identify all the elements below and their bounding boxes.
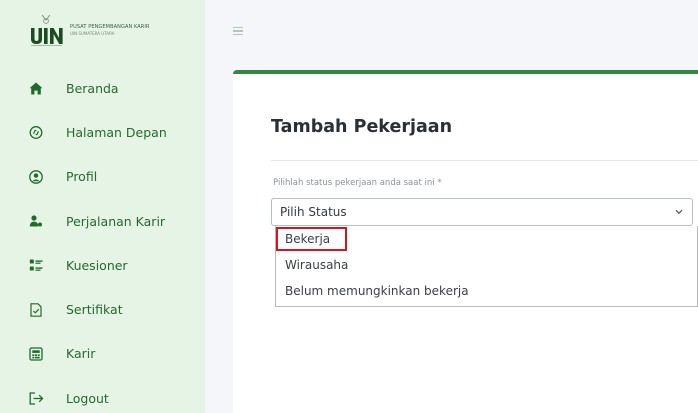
link-icon (28, 124, 44, 140)
top-bar (205, 0, 698, 60)
option-label: Wirausaha (285, 258, 349, 272)
user-circle-icon (28, 169, 44, 185)
sidebar-item-label: Karir (66, 346, 96, 362)
status-select[interactable]: Pilih Status (271, 198, 693, 226)
sidebar-item-karir[interactable]: Karir (0, 332, 205, 376)
sidebar-item-label: Profil (66, 169, 98, 185)
chevron-down-icon (675, 209, 683, 215)
uin-logo-icon (28, 13, 66, 47)
sidebar: PUSAT PENGEMBANGAN KARIR UIN SUMATERA UT… (0, 0, 205, 413)
page-title: Tambah Pekerjaan (271, 117, 453, 137)
brand-title: PUSAT PENGEMBANGAN KARIR (70, 23, 150, 30)
sidebar-item-label: Halaman Depan (66, 124, 167, 140)
sidebar-item-kuesioner[interactable]: Kuesioner (0, 243, 205, 287)
title-divider (271, 160, 698, 161)
option-wirausaha[interactable]: Wirausaha (276, 253, 698, 279)
select-value: Pilih Status (280, 205, 347, 219)
sidebar-item-logout[interactable]: Logout (0, 376, 205, 413)
list-check-icon (28, 257, 44, 273)
sidebar-item-profil[interactable]: Profil (0, 155, 205, 199)
sidebar-item-label: Kuesioner (66, 257, 128, 273)
hamburger-menu-icon[interactable] (233, 27, 243, 35)
sidebar-item-label: Beranda (66, 80, 119, 96)
sidebar-item-beranda[interactable]: Beranda (0, 66, 205, 110)
sidebar-item-sertifikat[interactable]: Sertifikat (0, 287, 205, 331)
option-label: Bekerja (285, 232, 331, 246)
brand-logo[interactable]: PUSAT PENGEMBANGAN KARIR UIN SUMATERA UT… (0, 0, 205, 60)
option-label: Belum memungkinkan bekerja (285, 284, 469, 298)
sidebar-item-label: Sertifikat (66, 302, 123, 318)
user-tie-icon (28, 213, 44, 229)
brand-subtitle: UIN SUMATERA UTARA (70, 30, 115, 36)
logout-icon (28, 390, 44, 406)
home-icon (28, 80, 44, 96)
sidebar-item-label: Logout (66, 390, 109, 406)
sidebar-nav: Beranda Halaman Depan Profil Perjalanan … (0, 66, 205, 413)
option-bekerja[interactable]: Bekerja (276, 227, 698, 253)
sidebar-item-perjalanan-karir[interactable]: Perjalanan Karir (0, 199, 205, 243)
status-dropdown-list: Bekerja Wirausaha Belum memungkinkan bek… (275, 226, 698, 307)
sidebar-item-halaman-depan[interactable]: Halaman Depan (0, 110, 205, 154)
option-belum-memungkinkan-bekerja[interactable]: Belum memungkinkan bekerja (276, 279, 698, 305)
sidebar-item-label: Perjalanan Karir (66, 213, 166, 229)
status-field-label: Pilihlah status pekerjaan anda saat ini … (273, 178, 442, 188)
certificate-icon (28, 302, 44, 318)
briefcase-icon (28, 346, 44, 362)
